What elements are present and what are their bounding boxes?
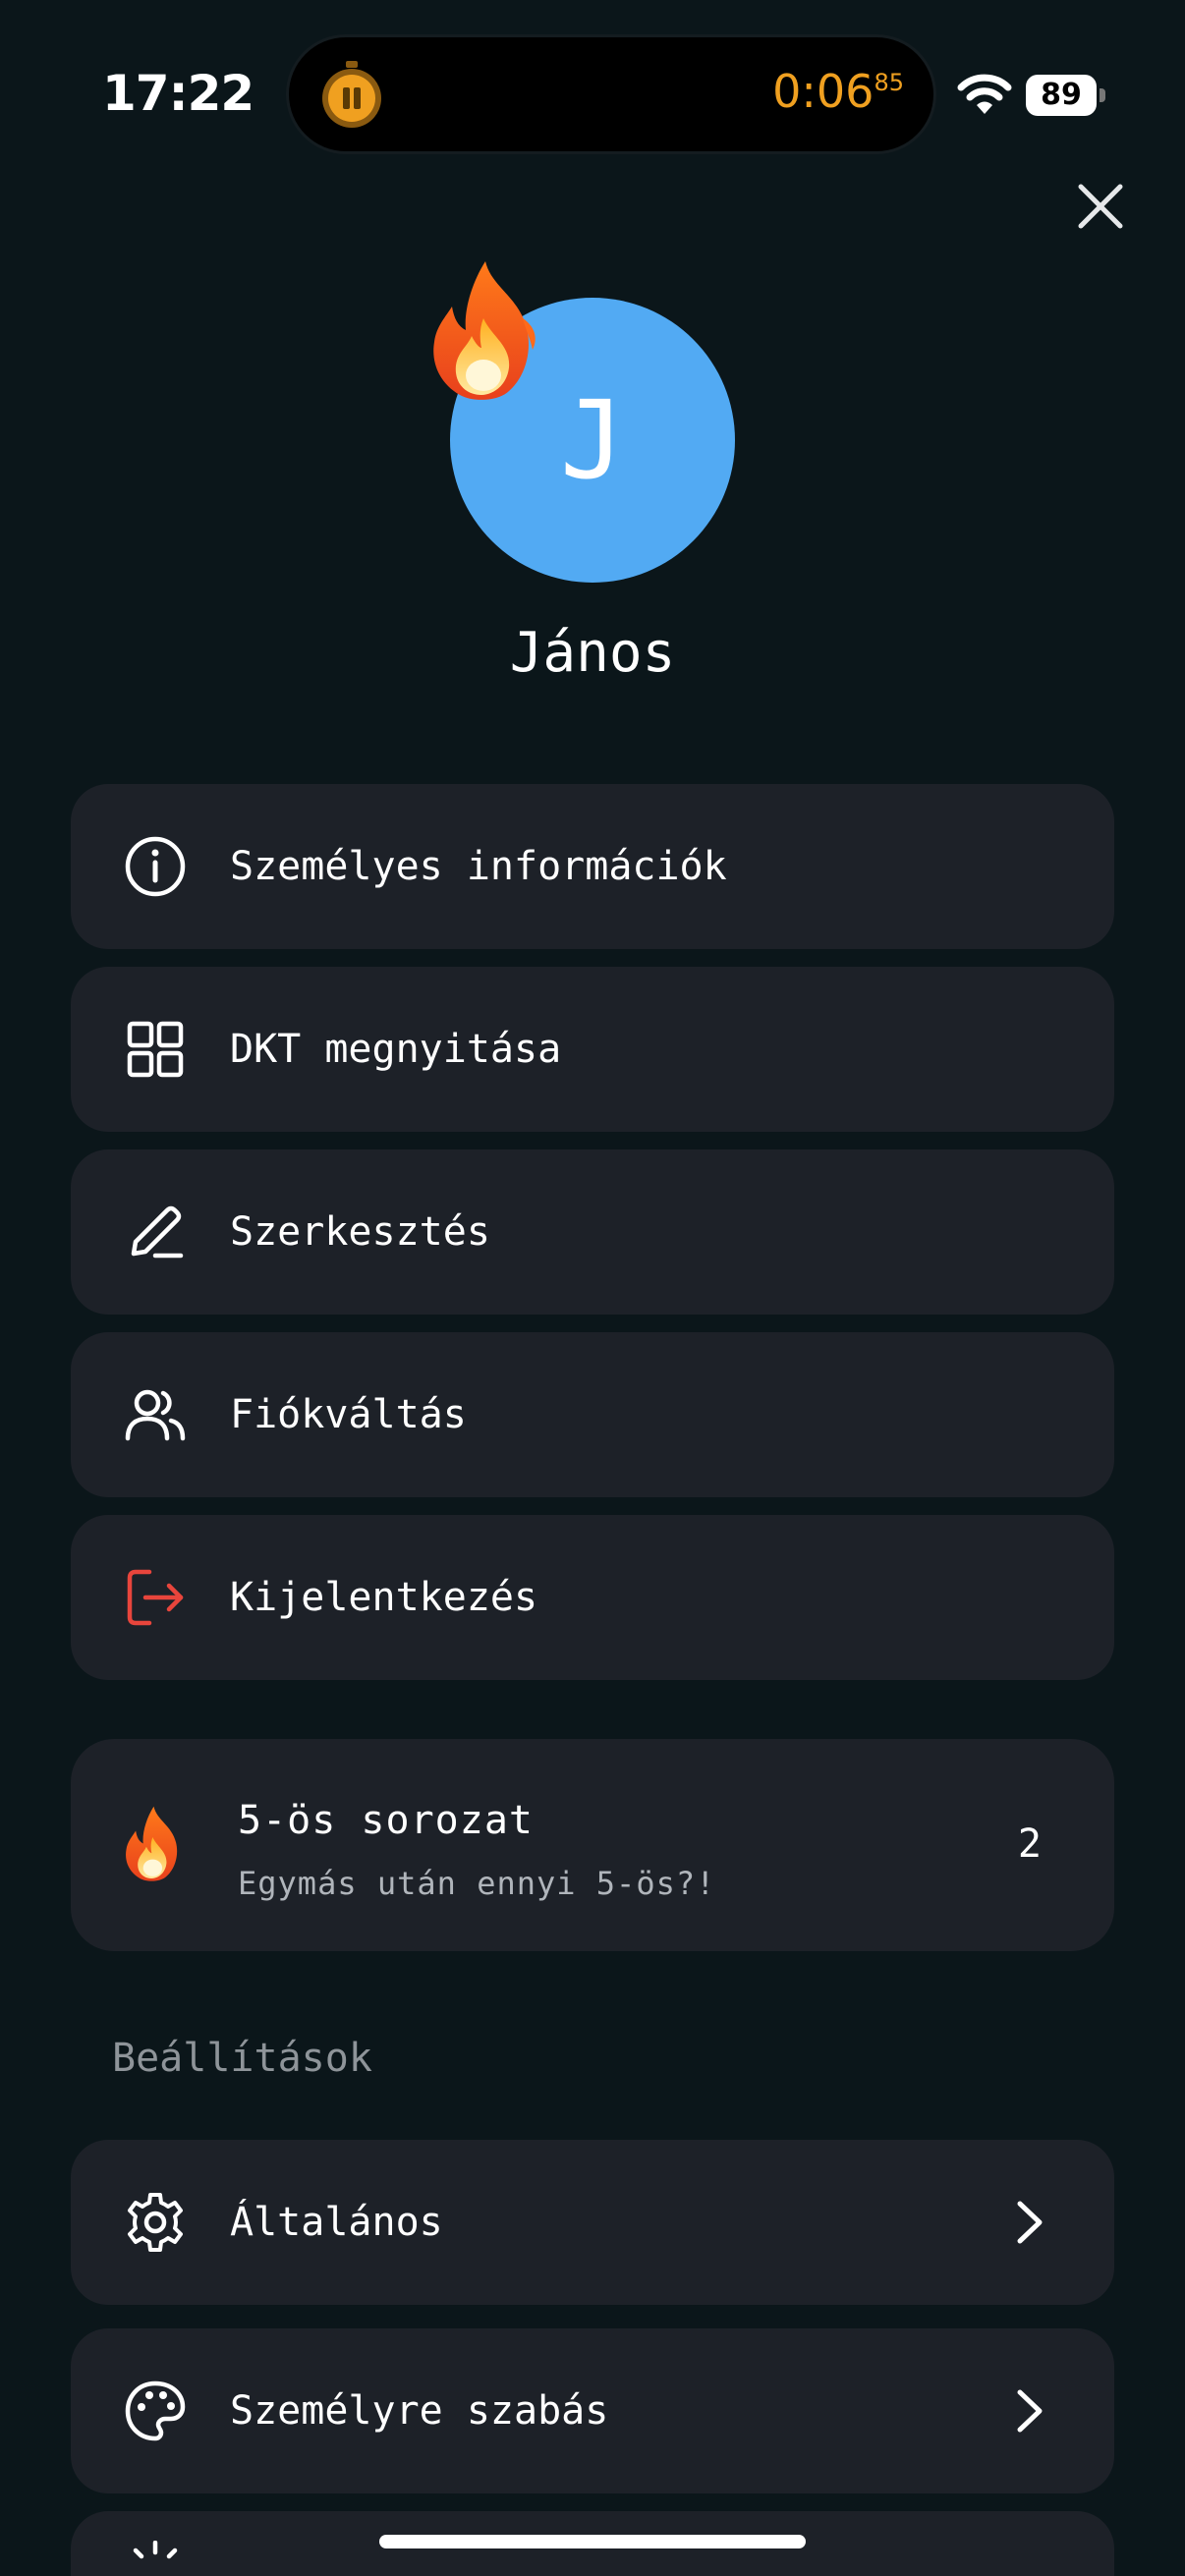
menu-item-personal-info[interactable]: Személyes információk: [71, 784, 1114, 949]
streak-subtitle: Egymás után ennyi 5-ös?!: [238, 1865, 716, 1902]
gear-icon: [128, 2193, 183, 2252]
flame-icon: [433, 261, 536, 400]
users-icon: [125, 1389, 186, 1441]
menu-item-label: DKT megnyitása: [230, 1027, 562, 1072]
menu-item-open-dkt[interactable]: DKT megnyitása: [71, 967, 1114, 1132]
menu-item-label: Kijelentkezés: [230, 1575, 538, 1620]
palette-icon: [125, 2380, 186, 2441]
menu-item-edit[interactable]: Szerkesztés: [71, 1149, 1114, 1315]
sun-icon: [133, 2541, 178, 2559]
status-time: 17:22: [102, 65, 254, 122]
timer-readout: 0:0685: [772, 65, 904, 118]
menu-item-label: Szerkesztés: [230, 1209, 490, 1255]
pencil-icon: [131, 1205, 184, 1259]
settings-item-general[interactable]: Általános: [71, 2140, 1114, 2305]
dynamic-island[interactable]: 0:0685: [289, 37, 933, 151]
menu-item-label: Fiókváltás: [230, 1392, 467, 1437]
settings-item-label: Személyre szabás: [230, 2388, 609, 2434]
chevron-right-icon: [1017, 2389, 1043, 2433]
settings-section-title: Beállítások: [112, 2036, 372, 2081]
logout-icon: [127, 1569, 184, 1626]
battery-indicator: 89: [1026, 75, 1105, 116]
battery-level: 89: [1026, 75, 1097, 116]
settings-item-personalization[interactable]: Személyre szabás: [71, 2328, 1114, 2493]
profile-name: János: [509, 621, 676, 685]
info-icon: [125, 836, 186, 897]
streak-count: 2: [1017, 1821, 1042, 1867]
battery-tip: [1100, 88, 1105, 102]
menu-item-label: Személyes információk: [230, 844, 727, 889]
wifi-icon: [957, 74, 1012, 114]
grid-icon: [127, 1021, 184, 1078]
close-icon[interactable]: [1071, 177, 1130, 236]
streak-card[interactable]: 5-ös sorozat Egymás után ennyi 5-ös?! 2: [71, 1739, 1114, 1951]
flame-icon: [126, 1806, 178, 1881]
streak-title: 5-ös sorozat: [238, 1798, 534, 1843]
home-indicator[interactable]: [379, 2535, 806, 2548]
menu-item-switch-account[interactable]: Fiókváltás: [71, 1332, 1114, 1497]
profile-screen: 17:22 0:0685 89 J János Személyes inform…: [0, 0, 1185, 2576]
settings-item-label: Általános: [230, 2200, 443, 2245]
stopwatch-icon: [322, 61, 381, 128]
menu-item-logout[interactable]: Kijelentkezés: [71, 1515, 1114, 1680]
chevron-right-icon: [1017, 2201, 1043, 2244]
